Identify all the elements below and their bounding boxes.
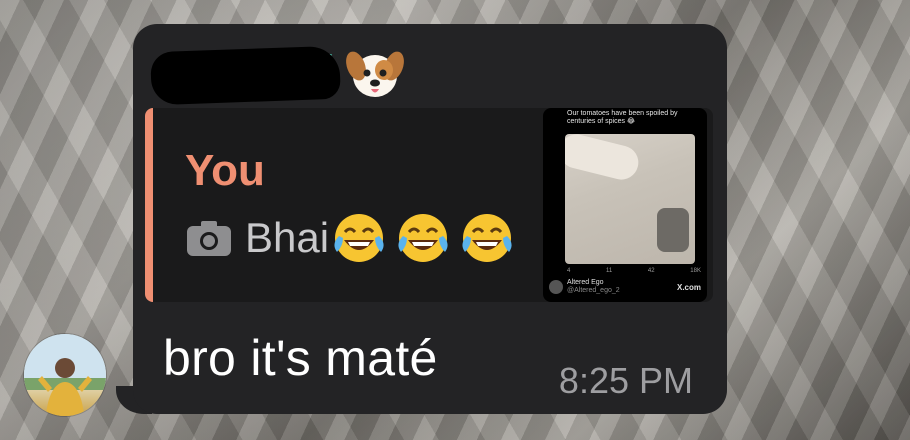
message-text: bro it's maté [163, 330, 438, 386]
sender-avatar[interactable] [24, 334, 106, 416]
thumbnail-account-avatar [549, 280, 563, 294]
quoted-reply[interactable]: You Bhai Our tomatoes have been spoiled … [145, 108, 713, 302]
message-bubble[interactable]: ███████ You Bhai [133, 24, 727, 414]
camera-icon [187, 221, 231, 256]
reply-snippet: Bhai [185, 212, 515, 264]
thumbnail-footer: Altered Ego @Altered_ego_2 X.com [549, 278, 701, 296]
dog-face-icon [345, 51, 404, 97]
thumbnail-photo [565, 134, 695, 264]
thumbnail-account-name: Altered Ego [567, 279, 604, 286]
reply-author: You [185, 146, 265, 195]
avatar-photo-icon [24, 334, 106, 416]
reply-media-thumbnail[interactable]: Our tomatoes have been spoiled by centur… [543, 108, 707, 302]
thumbnail-domain: X.com [676, 282, 701, 292]
thumbnail-account-handle: @Altered_ego_2 [567, 287, 620, 294]
sender-name[interactable]: ███████ [150, 45, 341, 105]
sender-header: ███████ [150, 44, 406, 105]
thumbnail-glass [657, 208, 689, 252]
face-with-tears-of-joy-icon [398, 214, 448, 262]
stat-likes: 42 [647, 268, 655, 274]
stat-replies: 4 [567, 268, 571, 274]
reply-emojis [331, 210, 515, 266]
reply-text: Bhai [245, 214, 330, 261]
thumbnail-hand [565, 134, 642, 184]
face-with-tears-of-joy-icon [334, 214, 384, 262]
message-timestamp: 8:25 PM [558, 360, 693, 401]
stat-views: 18K [690, 268, 701, 274]
face-with-tears-of-joy-icon [462, 214, 512, 262]
thumbnail-account: Altered Ego @Altered_ego_2 [567, 279, 620, 295]
thumbnail-caption: Our tomatoes have been spoiled by centur… [567, 110, 678, 125]
stat-reposts: 11 [606, 268, 613, 274]
thumbnail-stats: 4 11 42 18K [567, 268, 701, 274]
redaction-scribble [150, 45, 341, 105]
reply-accent-bar [145, 108, 153, 302]
